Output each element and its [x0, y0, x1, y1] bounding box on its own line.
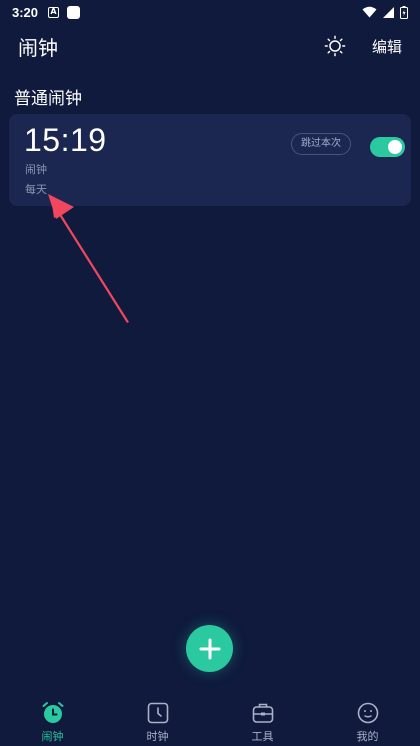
alarm-time: 15:19 [24, 122, 107, 158]
nav-label-clock: 时钟 [146, 730, 169, 743]
nav-item-tools[interactable]: 工具 [210, 696, 315, 746]
section-title: 普通闹钟 [14, 89, 82, 109]
page-title: 闹钟 [18, 35, 58, 60]
notification-a-icon: A [48, 6, 60, 18]
alarm-repeat: 每天 [25, 183, 47, 196]
wifi-icon [362, 6, 377, 18]
add-alarm-button[interactable] [186, 625, 233, 672]
sun-icon[interactable] [324, 35, 346, 57]
app-bar: 闹钟 编辑 [0, 28, 420, 64]
app-actions: 编辑 [324, 35, 402, 57]
profile-face-icon [357, 702, 378, 724]
nav-item-clock[interactable]: 时钟 [105, 696, 210, 746]
status-icons [362, 5, 408, 19]
alarm-clock-icon [42, 702, 63, 723]
skip-once-button[interactable]: 跳过本次 [291, 133, 351, 155]
bottom-nav: 闹钟 时钟 工具 我的 [0, 696, 420, 746]
plus-icon [199, 638, 220, 659]
toggle-knob [388, 140, 402, 154]
alarm-card[interactable]: 15:19 闹钟 每天 跳过本次 [9, 114, 411, 206]
status-time: 3:20 [12, 4, 39, 20]
nav-label-profile: 我的 [356, 730, 379, 743]
status-bar: 3:20 A [0, 0, 420, 24]
nav-label-alarm: 闹钟 [41, 730, 64, 743]
battery-icon [400, 5, 408, 19]
nav-item-alarm[interactable]: 闹钟 [0, 696, 105, 746]
alarm-toggle[interactable] [370, 137, 405, 157]
alarm-label: 闹钟 [25, 163, 47, 176]
notification-square-icon [67, 5, 81, 19]
nav-label-tools: 工具 [251, 730, 274, 743]
edit-button[interactable]: 编辑 [372, 36, 402, 57]
nav-item-profile[interactable]: 我的 [315, 696, 420, 746]
clock-icon [147, 702, 168, 724]
toolbox-icon [252, 703, 273, 723]
signal-icon [383, 6, 394, 18]
